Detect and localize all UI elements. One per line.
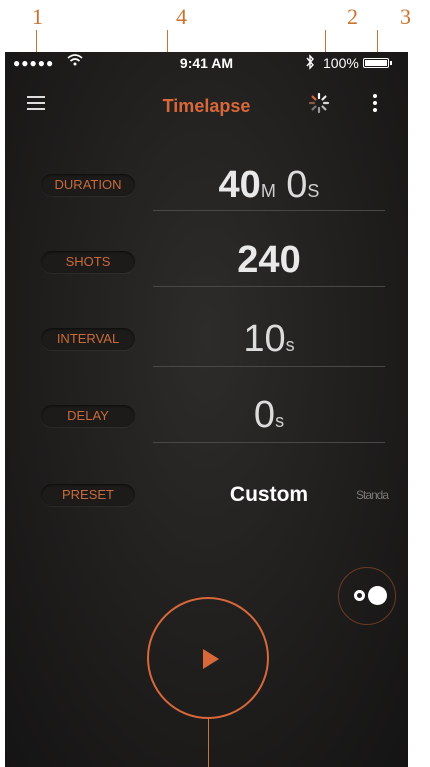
toggle-dot-filled bbox=[368, 586, 387, 605]
delay-divider bbox=[153, 442, 385, 443]
toggle-dot-outline bbox=[354, 590, 365, 601]
interval-label[interactable]: INTERVAL bbox=[41, 328, 135, 350]
duration-label[interactable]: DURATION bbox=[41, 174, 135, 196]
annotation-2: 2 bbox=[347, 4, 358, 29]
spinner-icon[interactable] bbox=[308, 92, 330, 114]
annotation-1: 1 bbox=[32, 4, 43, 29]
shots-value[interactable]: 240 bbox=[153, 239, 385, 282]
battery-percent: 100% bbox=[323, 55, 359, 71]
interval-row: INTERVAL 10s bbox=[5, 316, 408, 367]
bluetooth-icon bbox=[305, 54, 315, 73]
interval-unit: s bbox=[285, 335, 295, 355]
annotation-line-play bbox=[208, 719, 209, 767]
duration-value[interactable]: 40M 0S bbox=[153, 164, 385, 207]
delay-number: 0 bbox=[253, 394, 276, 436]
play-button[interactable] bbox=[147, 597, 269, 719]
interval-value[interactable]: 10s bbox=[153, 318, 385, 361]
preset-value[interactable]: Custom bbox=[153, 483, 385, 507]
duration-minutes: 40 bbox=[218, 164, 261, 206]
delay-unit: s bbox=[275, 411, 285, 431]
app-header: Timelapse bbox=[5, 76, 408, 120]
duration-seconds-unit: S bbox=[307, 181, 320, 201]
delay-value[interactable]: 0s bbox=[153, 394, 385, 437]
annotation-3: 3 bbox=[400, 4, 411, 29]
shots-label[interactable]: SHOTS bbox=[41, 251, 135, 273]
page-title: Timelapse bbox=[162, 96, 251, 116]
phone-screen: ●●●●● 9:41 AM 100% Timelapse DURATION 40… bbox=[5, 52, 408, 767]
kebab-icon[interactable] bbox=[371, 94, 379, 114]
delay-label[interactable]: DELAY bbox=[41, 405, 135, 427]
interval-divider bbox=[153, 366, 385, 367]
interval-number: 10 bbox=[243, 318, 286, 360]
annotation-4: 4 bbox=[176, 4, 187, 29]
battery-tip bbox=[390, 61, 392, 65]
shots-row: SHOTS 240 bbox=[5, 238, 408, 287]
duration-seconds: 0 bbox=[286, 164, 308, 206]
play-icon bbox=[203, 649, 219, 669]
status-bar: ●●●●● 9:41 AM 100% bbox=[5, 52, 408, 76]
duration-divider bbox=[153, 210, 385, 211]
shots-divider bbox=[153, 286, 385, 287]
delay-row: DELAY 0s bbox=[5, 392, 408, 443]
preset-next-option[interactable]: Standa bbox=[356, 488, 389, 502]
duration-row: DURATION 40M 0S bbox=[5, 164, 408, 212]
battery-icon bbox=[363, 58, 389, 68]
preset-row: PRESET Custom Standa bbox=[5, 480, 408, 528]
dots-toggle-icon[interactable] bbox=[338, 567, 396, 625]
preset-label[interactable]: PRESET bbox=[41, 484, 135, 506]
duration-minutes-unit: M bbox=[260, 181, 276, 201]
